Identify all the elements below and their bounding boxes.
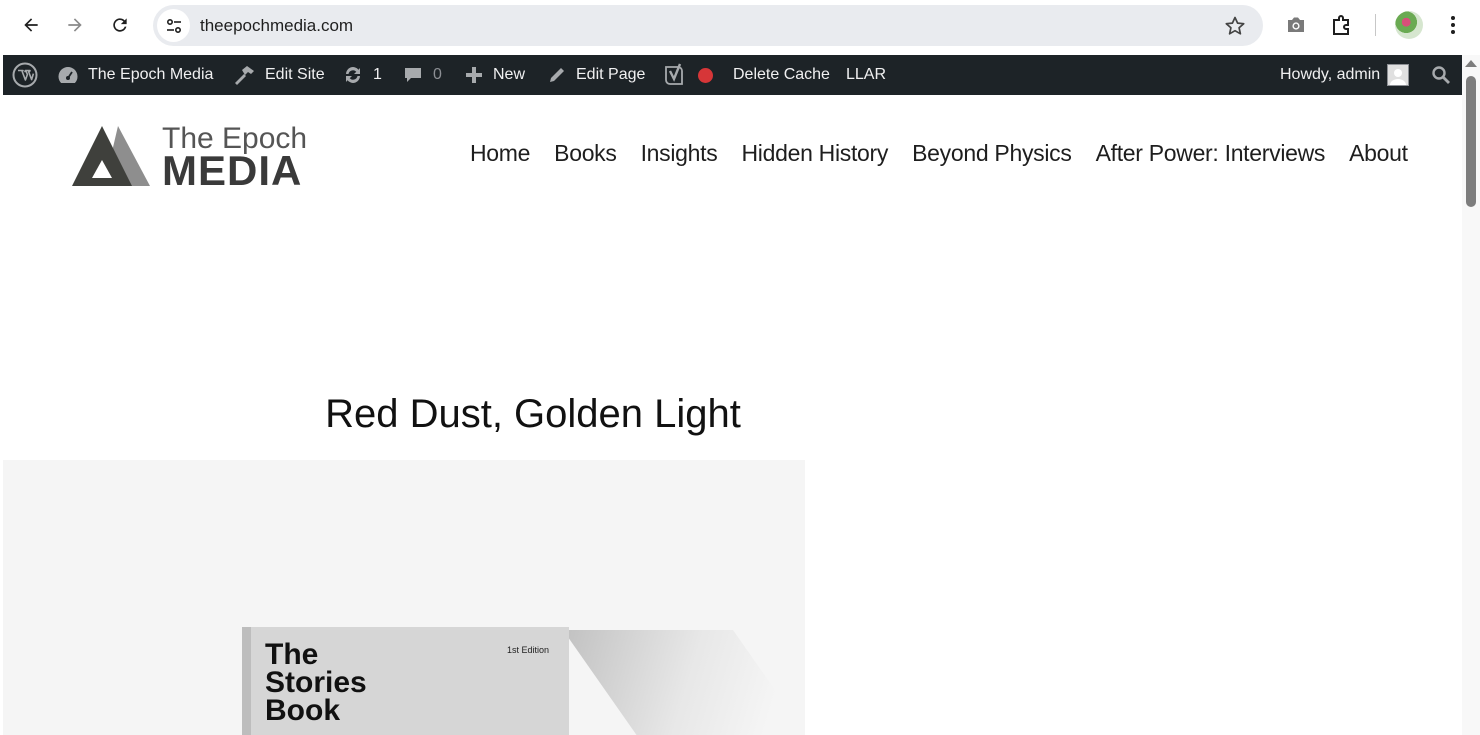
wordpress-icon	[12, 62, 38, 88]
llar-link[interactable]: LLAR	[846, 55, 886, 95]
page-scrollbar[interactable]	[1462, 55, 1480, 735]
wp-logo-menu[interactable]	[12, 55, 38, 95]
site-name-menu[interactable]: The Epoch Media	[57, 55, 213, 95]
forward-button[interactable]	[60, 10, 90, 40]
scroll-thumb[interactable]	[1466, 76, 1476, 207]
book-title-line: Stories	[265, 666, 367, 699]
book-title-line: Book	[265, 694, 340, 727]
seo-status-dot	[698, 67, 713, 83]
site-name-label: The Epoch Media	[88, 66, 214, 83]
reload-icon	[113, 18, 127, 32]
site-info-button[interactable]	[157, 9, 190, 42]
address-bar[interactable]: theepochmedia.com	[153, 5, 1263, 46]
logo-mark-icon	[72, 126, 150, 186]
page-title: Red Dust, Golden Light	[325, 392, 741, 436]
reload-button[interactable]	[105, 10, 135, 40]
yoast-icon	[665, 63, 683, 85]
arrow-left-icon	[24, 18, 38, 32]
back-button[interactable]	[16, 10, 46, 40]
comments-link[interactable]: 0	[402, 55, 442, 95]
nav-hidden-history[interactable]: Hidden History	[741, 140, 888, 170]
comment-bubble-icon	[405, 68, 421, 82]
search-icon	[1432, 66, 1450, 84]
updates-count: 1	[373, 66, 382, 83]
profile-avatar[interactable]	[1395, 11, 1423, 39]
featured-image: The Stories Book 1st Edition	[3, 460, 805, 735]
updates-icon	[346, 67, 360, 83]
browser-menu-button[interactable]	[1440, 12, 1466, 38]
my-account-menu[interactable]: Howdy, admin	[1280, 55, 1410, 95]
browser-toolbar: theepochmedia.com	[0, 0, 1480, 55]
llar-label: LLAR	[846, 66, 887, 83]
plus-icon	[466, 67, 482, 83]
comments-count: 0	[433, 66, 442, 83]
edit-page-link[interactable]: Edit Page	[547, 55, 645, 95]
user-avatar	[1387, 64, 1410, 86]
scroll-up-arrow-icon[interactable]	[1465, 60, 1477, 67]
extensions-button[interactable]	[1329, 12, 1355, 38]
arrow-right-icon	[68, 18, 82, 32]
nav-books[interactable]: Books	[554, 140, 617, 170]
new-content-menu[interactable]: New	[464, 55, 525, 95]
camera-icon	[1288, 17, 1304, 32]
edit-site-link[interactable]: Edit Site	[232, 55, 325, 95]
delete-cache-link[interactable]: Delete Cache	[733, 55, 830, 95]
primary-navigation: Home Books Insights Hidden History Beyon…	[470, 140, 1408, 170]
kebab-menu-icon	[1451, 16, 1455, 34]
book-shadow	[563, 630, 805, 735]
site-logo[interactable]: The Epoch MEDIA	[70, 122, 315, 194]
new-label: New	[493, 66, 526, 83]
seo-menu[interactable]	[663, 55, 713, 95]
book-cover: The Stories Book 1st Edition	[242, 627, 569, 735]
hammer-icon	[235, 66, 254, 85]
book-edition-label: 1st Edition	[506, 645, 549, 655]
pencil-icon	[550, 68, 564, 82]
nav-beyond-physics[interactable]: Beyond Physics	[912, 140, 1072, 170]
user-silhouette-icon	[1390, 69, 1407, 85]
book-title-line: The	[265, 638, 319, 671]
screenshot-button[interactable]	[1283, 12, 1309, 38]
dashboard-icon	[58, 67, 78, 83]
howdy-label: Howdy, admin	[1280, 66, 1381, 83]
bookmark-star-icon[interactable]	[1223, 14, 1247, 38]
tune-icon	[166, 18, 181, 33]
toolbar-divider	[1375, 14, 1376, 36]
nav-about[interactable]: About	[1349, 140, 1408, 170]
puzzle-icon	[1333, 15, 1349, 35]
nav-home[interactable]: Home	[470, 140, 530, 170]
logo-text-bottom: MEDIA	[162, 147, 303, 194]
edit-page-label: Edit Page	[576, 66, 646, 83]
book-cover-title: The Stories Book	[265, 638, 425, 727]
nav-after-power-interviews[interactable]: After Power: Interviews	[1096, 140, 1326, 170]
nav-insights[interactable]: Insights	[641, 140, 718, 170]
updates-link[interactable]: 1	[342, 55, 382, 95]
wp-admin-bar: The Epoch Media Edit Site 1 0 New Edit P…	[3, 55, 1462, 95]
admin-search-button[interactable]	[1431, 55, 1451, 95]
url-text[interactable]: theepochmedia.com	[200, 16, 353, 36]
edit-site-label: Edit Site	[265, 66, 325, 83]
delete-cache-label: Delete Cache	[733, 66, 830, 83]
